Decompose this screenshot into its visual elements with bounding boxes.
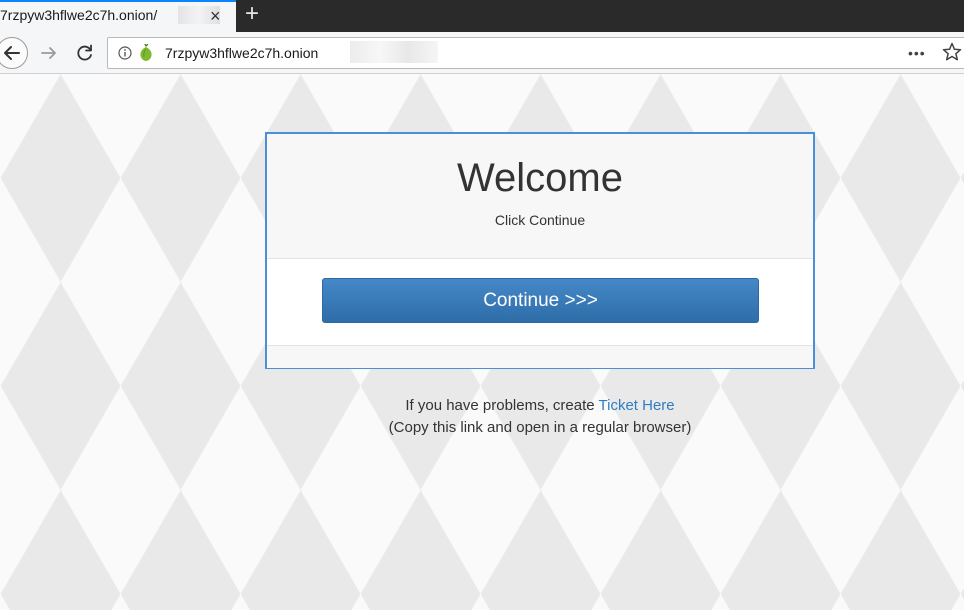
back-arrow-icon: [4, 46, 20, 60]
address-bar[interactable]: 7rzpyw3hflwe2c7h.onion •••: [107, 37, 964, 69]
active-tab[interactable]: 7rzpyw3hflwe2c7h.onion/ ×: [0, 0, 236, 32]
copy-note: (Copy this link and open in a regular br…: [388, 419, 692, 436]
onion-icon: [140, 44, 152, 61]
tab-close-icon[interactable]: ×: [210, 6, 221, 26]
url-redaction: [350, 41, 438, 63]
tab-title: 7rzpyw3hflwe2c7h.onion/: [0, 7, 158, 23]
welcome-panel: Welcome Click Continue Continue >>>: [265, 132, 815, 369]
problems-text: If you have problems, create: [405, 397, 599, 414]
problems-line: If you have problems, create Ticket Here: [0, 395, 964, 417]
ticket-link[interactable]: Ticket Here: [599, 397, 675, 414]
reload-icon[interactable]: [74, 42, 96, 64]
url-text: 7rzpyw3hflwe2c7h.onion: [165, 45, 319, 61]
info-icon[interactable]: [118, 46, 132, 60]
new-tab-icon[interactable]: +: [245, 0, 259, 28]
page-title: Welcome: [457, 156, 623, 200]
navigation-toolbar: 7rzpyw3hflwe2c7h.onion •••: [0, 32, 964, 74]
more-icon[interactable]: •••: [908, 45, 926, 61]
help-text: If you have problems, create Ticket Here…: [0, 395, 964, 439]
page-content: Welcome Click Continue Continue >>> If y…: [0, 74, 964, 610]
tab-bar: 7rzpyw3hflwe2c7h.onion/ × +: [0, 0, 964, 32]
back-button[interactable]: [0, 37, 28, 69]
panel-header: Welcome Click Continue: [267, 134, 813, 259]
forward-arrow-icon[interactable]: [38, 42, 60, 64]
panel-footer: [267, 345, 813, 368]
continue-button[interactable]: Continue >>>: [322, 278, 759, 323]
star-icon[interactable]: [941, 41, 963, 63]
page-subtitle: Click Continue: [494, 212, 586, 228]
